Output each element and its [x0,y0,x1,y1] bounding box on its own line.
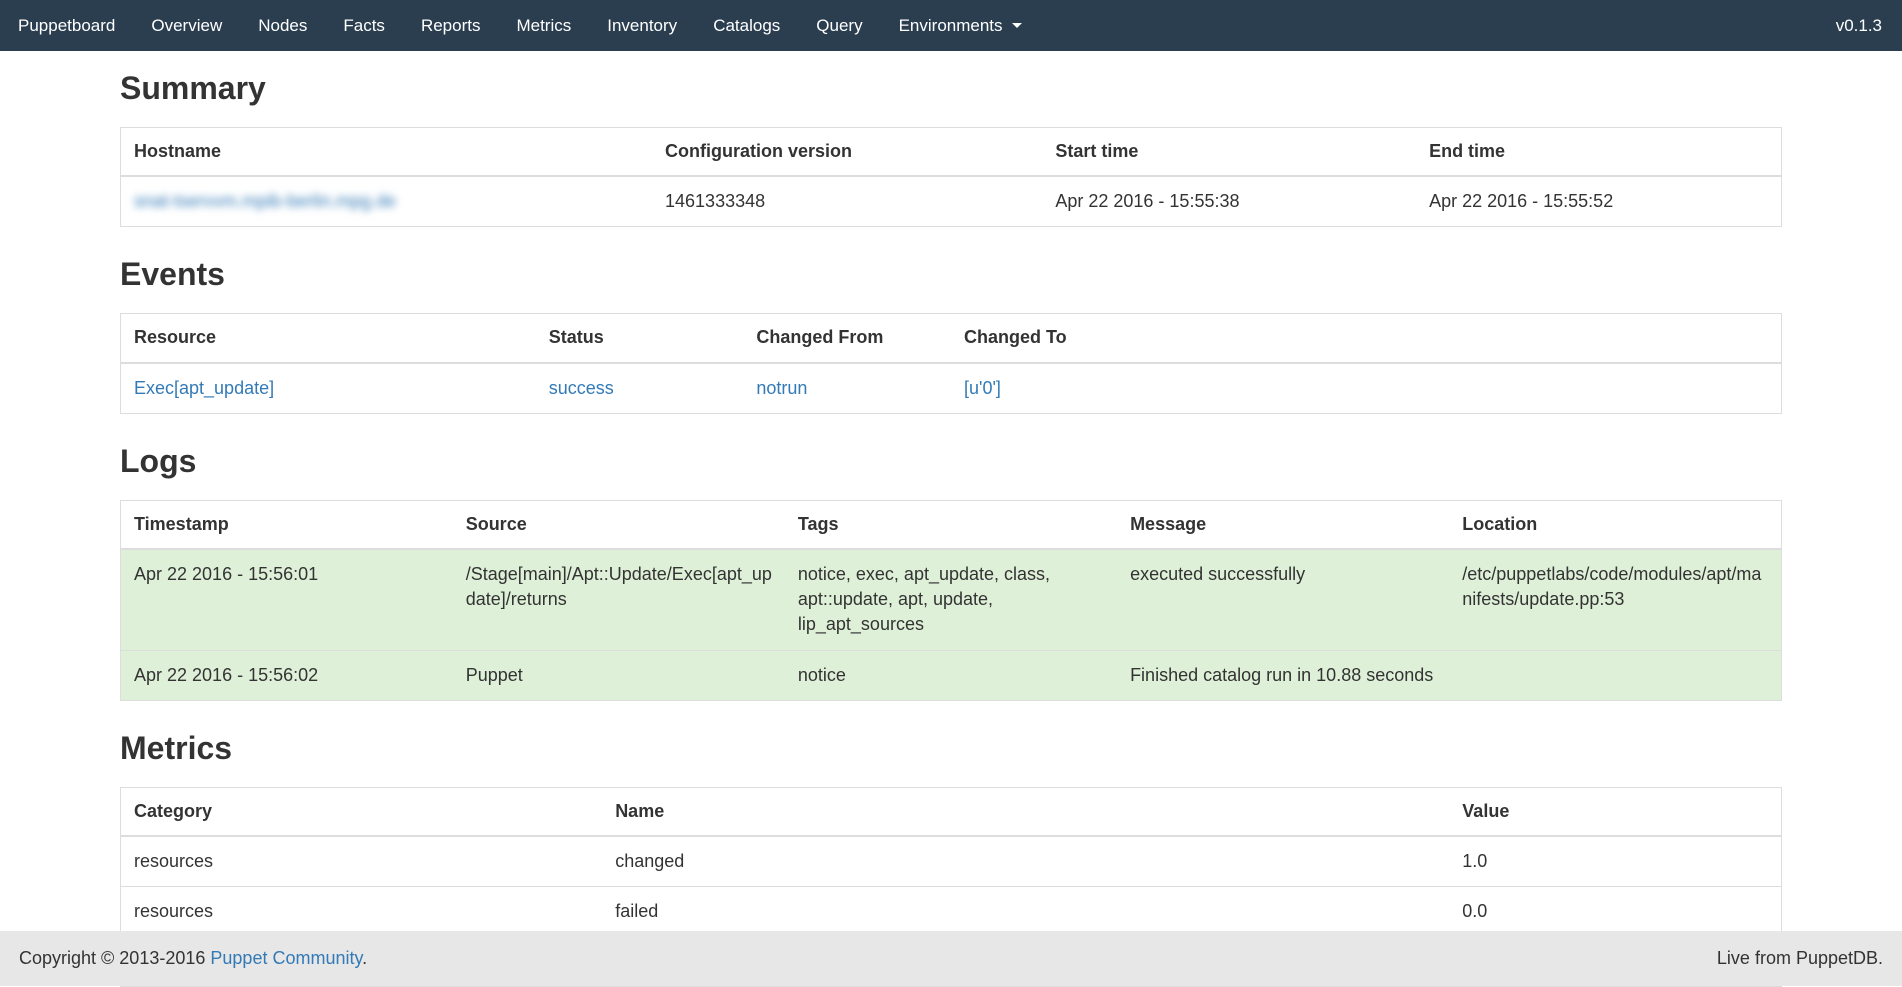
log-timestamp-cell: Apr 22 2016 - 15:56:02 [121,650,453,700]
start-time-cell: Apr 22 2016 - 15:55:38 [1042,176,1416,227]
metric-row: resources changed 1.0 [121,836,1782,887]
logs-col-source: Source [453,500,785,549]
caret-down-icon [1012,23,1022,28]
events-col-changed-from: Changed From [743,314,951,363]
event-resource-cell: Exec[apt_update] [121,363,536,414]
metric-row: resources failed 0.0 [121,887,1782,937]
metric-value-cell: 1.0 [1449,836,1781,887]
summary-table: Hostname Configuration version Start tim… [120,127,1782,227]
puppet-community-link[interactable]: Puppet Community [210,948,362,968]
metric-name-cell: changed [602,836,1449,887]
copyright-period: . [362,948,367,968]
log-location-cell: /etc/puppetlabs/code/modules/apt/manifes… [1449,549,1781,650]
navbar-brand[interactable]: Puppetboard [0,0,133,51]
log-timestamp-cell: Apr 22 2016 - 15:56:01 [121,549,453,650]
metrics-heading: Metrics [120,730,1782,767]
summary-col-end-time: End time [1416,128,1781,177]
logs-table: Timestamp Source Tags Message Location A… [120,500,1782,701]
metric-category-cell: resources [121,836,603,887]
events-heading: Events [120,256,1782,293]
copyright-text: Copyright © 2013-2016 [19,948,205,968]
log-row: Apr 22 2016 - 15:56:01 /Stage[main]/Apt:… [121,549,1782,650]
summary-row: snat-tservvm.mpib-berlin.mpg.de 14613333… [121,176,1782,227]
navbar-links: Puppetboard Overview Nodes Facts Reports… [0,0,1040,51]
events-header-row: Resource Status Changed From Changed To [121,314,1782,363]
metric-name-cell: failed [602,887,1449,937]
nav-item-query[interactable]: Query [798,0,880,51]
nav-item-reports[interactable]: Reports [403,0,499,51]
summary-header-row: Hostname Configuration version Start tim… [121,128,1782,177]
summary-col-start-time: Start time [1042,128,1416,177]
metric-value-cell: 0.0 [1449,887,1781,937]
events-col-resource: Resource [121,314,536,363]
event-changed-to-cell: [u'0'] [951,363,1782,414]
events-table: Resource Status Changed From Changed To … [120,313,1782,413]
log-message-cell: Finished catalog run in 10.88 seconds [1117,650,1449,700]
environments-dropdown[interactable]: Environments [881,0,1040,51]
logs-col-location: Location [1449,500,1781,549]
event-row: Exec[apt_update] success notrun [u'0'] [121,363,1782,414]
logs-col-timestamp: Timestamp [121,500,453,549]
event-status-cell: success [536,363,744,414]
logs-col-message: Message [1117,500,1449,549]
end-time-cell: Apr 22 2016 - 15:55:52 [1416,176,1781,227]
log-row: Apr 22 2016 - 15:56:02 Puppet notice Fin… [121,650,1782,700]
config-version-cell: 1461333348 [652,176,1042,227]
metric-category-cell: resources [121,887,603,937]
footer-live-status: Live from PuppetDB. [1717,948,1883,969]
nav-item-metrics[interactable]: Metrics [498,0,589,51]
log-source-cell: /Stage[main]/Apt::Update/Exec[apt_update… [453,549,785,650]
log-message-cell: executed successfully [1117,549,1449,650]
metrics-col-category: Category [121,787,603,836]
metrics-header-row: Category Name Value [121,787,1782,836]
log-location-cell [1449,650,1781,700]
event-resource-link[interactable]: Exec[apt_update] [134,378,274,398]
metrics-col-value: Value [1449,787,1781,836]
footer: Copyright © 2013-2016 Puppet Community. … [0,931,1902,986]
version-label: v0.1.3 [1816,0,1902,51]
log-tags-cell: notice [785,650,1117,700]
footer-copyright: Copyright © 2013-2016 Puppet Community. [19,948,367,969]
event-changed-from-cell: notrun [743,363,951,414]
logs-heading: Logs [120,443,1782,480]
summary-heading: Summary [120,70,1782,107]
event-changed-to-link[interactable]: [u'0'] [964,378,1001,398]
hostname-link[interactable]: snat-tservvm.mpib-berlin.mpg.de [134,191,396,211]
summary-col-config-version: Configuration version [652,128,1042,177]
events-col-changed-to: Changed To [951,314,1782,363]
nav-item-nodes[interactable]: Nodes [240,0,325,51]
logs-col-tags: Tags [785,500,1117,549]
nav-item-catalogs[interactable]: Catalogs [695,0,798,51]
summary-col-hostname: Hostname [121,128,653,177]
main-content: Summary Hostname Configuration version S… [120,70,1782,987]
nav-item-inventory[interactable]: Inventory [589,0,695,51]
logs-header-row: Timestamp Source Tags Message Location [121,500,1782,549]
nav-item-facts[interactable]: Facts [325,0,403,51]
events-col-status: Status [536,314,744,363]
metrics-col-name: Name [602,787,1449,836]
navbar: Puppetboard Overview Nodes Facts Reports… [0,0,1902,51]
event-status-link[interactable]: success [549,378,614,398]
event-changed-from-link[interactable]: notrun [756,378,807,398]
nav-item-overview[interactable]: Overview [133,0,240,51]
log-source-cell: Puppet [453,650,785,700]
environments-dropdown-label: Environments [899,16,1003,36]
hostname-cell: snat-tservvm.mpib-berlin.mpg.de [121,176,653,227]
log-tags-cell: notice, exec, apt_update, class, apt::up… [785,549,1117,650]
